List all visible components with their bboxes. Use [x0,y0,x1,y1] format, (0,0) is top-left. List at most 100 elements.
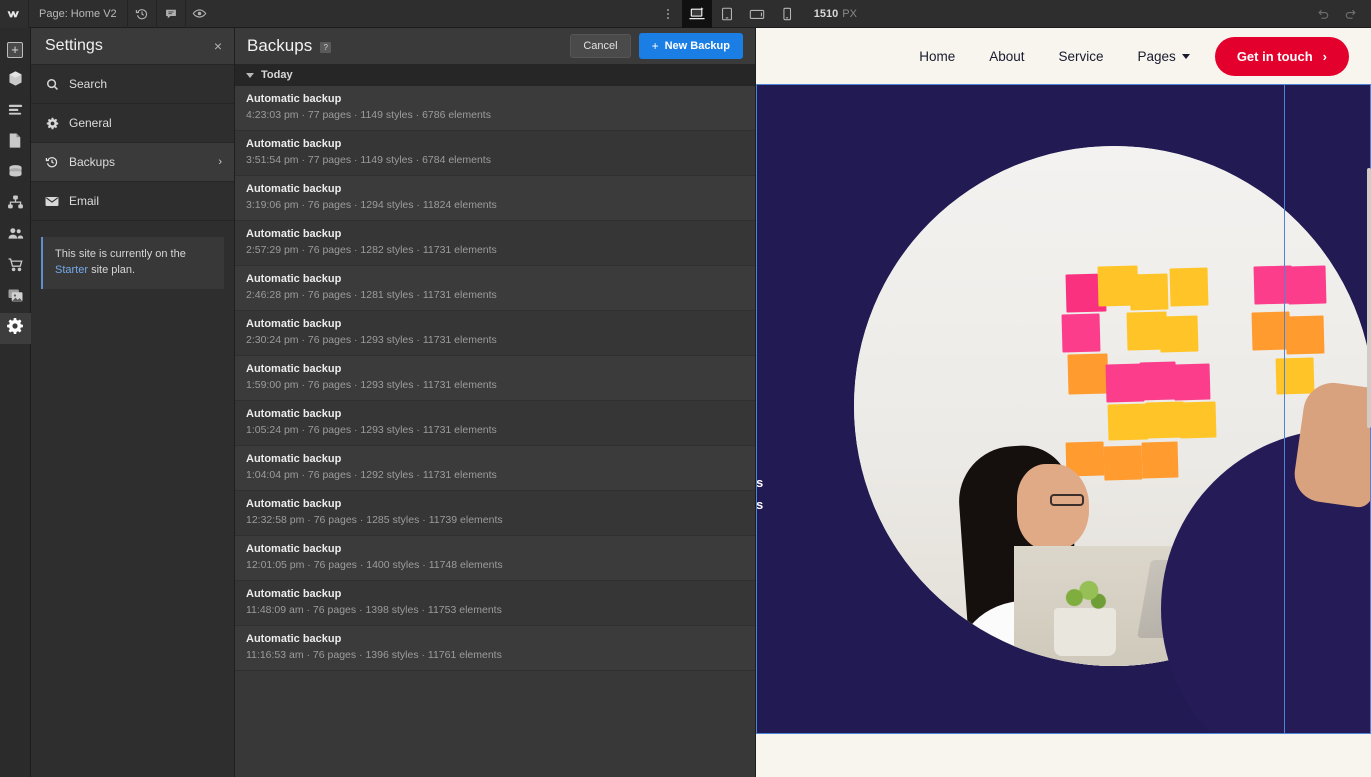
sidebar-item-settings[interactable] [0,313,31,344]
history-icon [45,155,59,169]
sidebar-item-navigator[interactable] [0,189,31,220]
starter-plan-link[interactable]: Starter [55,264,88,276]
comments-icon[interactable] [157,0,185,28]
preview-eye-icon[interactable] [186,0,214,28]
backup-meta: 2:30:24 pm · 76 pages · 1293 styles · 11… [246,334,497,346]
hero-section[interactable]: s s [756,84,1371,734]
cancel-button[interactable]: Cancel [570,34,631,58]
sticky-note [1287,265,1327,305]
nav-link-about[interactable]: About [972,49,1041,64]
current-page-label[interactable]: Page: Home V2 [29,0,127,28]
table-row[interactable]: Automatic backup 1:59:00 pm · 76 pages ·… [235,356,755,401]
images-icon [7,287,24,309]
sticky-note [1067,353,1109,395]
sidebar-item-users[interactable] [0,220,31,251]
redo-icon[interactable] [1337,0,1365,28]
settings-title: Settings [45,37,103,54]
person-face [1017,464,1089,550]
backup-meta: 3:51:54 pm · 77 pages · 1149 styles · 67… [246,154,491,166]
hero-clipped-line-2: s [756,497,764,512]
settings-header: Settings × [31,28,234,64]
table-row[interactable]: Automatic backup 1:04:04 pm · 76 pages ·… [235,446,755,491]
table-row[interactable]: Automatic backup 4:23:03 pm · 77 pages ·… [235,86,755,131]
backup-title: Automatic backup [246,543,342,555]
viewport-width-value: 1510 [813,7,839,20]
plant [1060,576,1108,612]
sticky-note [1139,361,1177,401]
backup-title: Automatic backup [246,228,342,240]
device-mobile-portrait-button[interactable] [772,0,802,28]
backups-header: Backups ? Cancel + New Backup [235,28,755,64]
nav-link-home[interactable]: Home [902,49,972,64]
sticky-note [1145,401,1185,439]
settings-item-label: Backups [69,155,116,169]
sticky-note [1103,445,1143,481]
settings-item-label: Email [69,194,100,208]
history-icon[interactable] [128,0,156,28]
cta-label: Get in touch [1236,48,1313,64]
envelope-icon [45,196,59,207]
table-row[interactable]: Automatic backup 12:32:58 pm · 76 pages … [235,491,755,536]
page-icon [7,132,23,154]
backup-title: Automatic backup [246,408,342,420]
settings-panel: Settings × Search General Backups › Emai… [31,28,235,777]
settings-item-email[interactable]: Email [31,181,234,220]
device-breakpoint-switcher [681,0,802,28]
viewport-width-indicator[interactable]: 1510 PX [802,8,869,20]
sidebar-item-style-manager[interactable] [0,96,31,127]
sidebar-item-pages[interactable] [0,127,31,158]
table-row[interactable]: Automatic backup 3:19:06 pm · 76 pages ·… [235,176,755,221]
undo-icon[interactable] [1309,0,1337,28]
table-row[interactable]: Automatic backup 12:01:05 pm · 76 pages … [235,536,755,581]
sticky-note [1129,273,1169,311]
sidebar-item-cms-collections[interactable] [0,158,31,189]
table-row[interactable]: Automatic backup 11:16:53 am · 76 pages … [235,626,755,671]
gear-icon [45,117,59,130]
canvas-guide-line [1284,84,1285,734]
help-icon[interactable]: ? [320,42,332,53]
backups-list[interactable]: Automatic backup 4:23:03 pm · 77 pages ·… [235,86,755,777]
table-row[interactable]: Automatic backup 11:48:09 am · 76 pages … [235,581,755,626]
hero-clipped-text: s s [756,472,763,516]
nav-dropdown-pages[interactable]: Pages [1121,49,1207,64]
table-row[interactable]: Automatic backup 2:30:24 pm · 76 pages ·… [235,311,755,356]
site-navbar: Home About Service Pages Get in touch › [756,28,1371,84]
sticky-note [1061,313,1101,353]
close-icon[interactable]: × [214,39,222,53]
sidebar-item-add-elements[interactable]: + [0,34,31,65]
people-icon [7,225,24,247]
sidebar-item-assets[interactable] [0,282,31,313]
table-row[interactable]: Automatic backup 3:51:54 pm · 77 pages ·… [235,131,755,176]
device-tablet-button[interactable] [712,0,742,28]
backup-meta: 12:01:05 pm · 76 pages · 1400 styles · 1… [246,559,503,571]
settings-item-search[interactable]: Search [31,64,234,103]
design-canvas[interactable]: Home About Service Pages Get in touch › … [756,28,1371,777]
sticky-note [1285,315,1325,355]
table-row[interactable]: Automatic backup 1:05:24 pm · 76 pages ·… [235,401,755,446]
page-title: Backups [247,36,313,55]
chevron-right-icon: › [218,156,222,168]
table-row[interactable]: Automatic backup 2:57:29 pm · 76 pages ·… [235,221,755,266]
settings-item-general[interactable]: General [31,103,234,142]
more-options-icon[interactable] [654,0,682,28]
backup-title: Automatic backup [246,318,342,330]
webflow-logo-icon[interactable] [0,0,28,28]
sticky-note [1275,357,1315,395]
get-in-touch-button[interactable]: Get in touch › [1214,36,1349,76]
sticky-note [1169,267,1209,307]
device-mobile-landscape-button[interactable] [742,0,772,28]
sidebar-item-components[interactable] [0,65,31,96]
device-desktop-button[interactable] [681,0,712,28]
nav-link-service[interactable]: Service [1042,49,1121,64]
nav-dropdown-label: Pages [1137,48,1176,64]
backup-meta: 1:05:24 pm · 76 pages · 1293 styles · 11… [246,424,497,436]
chevron-right-icon: › [1322,48,1327,64]
canvas-scrollbar[interactable] [1367,168,1371,428]
backups-group-header-today[interactable]: Today [235,64,755,86]
sitemap-icon [7,194,24,216]
sticky-note [1159,315,1199,353]
settings-item-backups[interactable]: Backups › [31,142,234,181]
sidebar-item-ecommerce[interactable] [0,251,31,282]
new-backup-button[interactable]: + New Backup [638,33,743,59]
table-row[interactable]: Automatic backup 2:46:28 pm · 76 pages ·… [235,266,755,311]
